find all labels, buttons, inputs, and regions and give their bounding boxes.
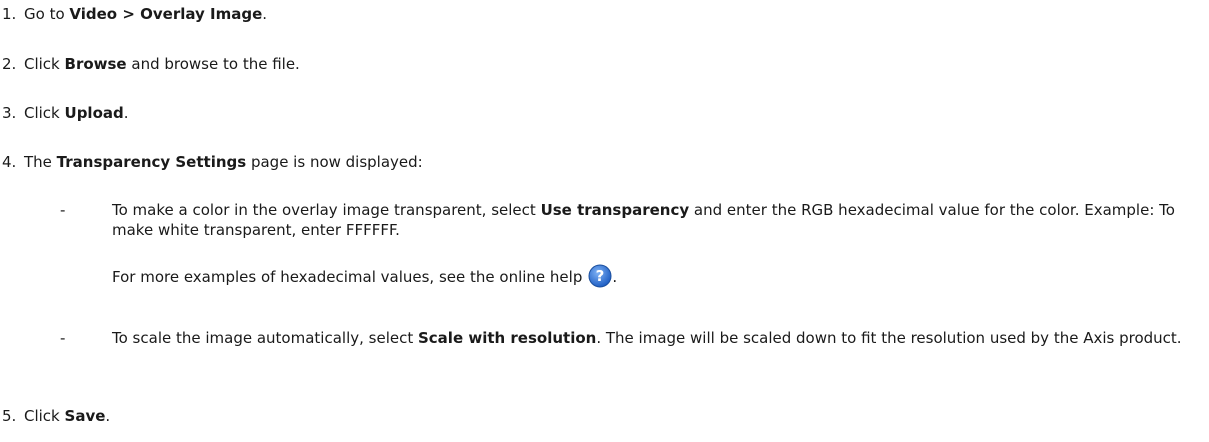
bullet-scale-with-resolution: - To scale the image automatically, sele…: [60, 328, 1190, 372]
bullet-text-start: To make a color in the overlay image tra…: [112, 201, 541, 219]
step-5: 5. Click Save.: [2, 406, 110, 426]
bullet-extra-paragraph: For more examples of hexadecimal values,…: [112, 264, 1192, 293]
help-text: For more examples of hexadecimal values,…: [112, 268, 583, 286]
step-bold-text: Upload: [64, 104, 124, 122]
bullet-bold-text: Use transparency: [540, 201, 690, 219]
bullet-text: To make a color in the overlay image tra…: [112, 200, 1192, 293]
bullet-dash: -: [60, 201, 66, 219]
step-number: 5.: [2, 407, 17, 425]
step-number: 1.: [2, 5, 17, 23]
step-text-end: page is now displayed:: [246, 153, 423, 171]
step-text: Click: [24, 104, 65, 122]
help-text-end: .: [612, 268, 618, 286]
step-bold-text: Video > Overlay Image: [69, 5, 263, 23]
step-text: Go to: [24, 5, 70, 23]
step-text: Click: [24, 407, 65, 425]
step-text: The: [24, 153, 57, 171]
step-number: 4.: [2, 153, 17, 171]
bullet-bold-text: Scale with resolution: [417, 329, 597, 347]
step-text-end: and browse to the file.: [126, 55, 300, 73]
step-bold-text: Transparency Settings: [56, 153, 247, 171]
step-2: 2. Click Browse and browse to the file.: [2, 54, 300, 74]
step-text-end: .: [105, 407, 111, 425]
step-text-end: .: [123, 104, 129, 122]
bullet-dash: -: [60, 329, 66, 347]
step-text-end: .: [262, 5, 268, 23]
step-3: 3. Click Upload.: [2, 103, 129, 123]
svg-text:?: ?: [596, 267, 605, 285]
bullet-text-start: To scale the image automatically, select: [112, 329, 418, 347]
bullet-paragraph: To make a color in the overlay image tra…: [112, 200, 1192, 240]
step-bold-text: Save: [64, 407, 106, 425]
step-bold-text: Browse: [64, 55, 127, 73]
step-number: 3.: [2, 104, 17, 122]
bullet-text-end: . The image will be scaled down to fit t…: [596, 329, 1182, 347]
step-4: 4. The Transparency Settings page is now …: [2, 152, 423, 172]
bullet-use-transparency: - To make a color in the overlay image t…: [60, 200, 1190, 290]
step-text: Click: [24, 55, 65, 73]
step-number: 2.: [2, 55, 17, 73]
step-1: 1. Go to Video > Overlay Image.: [2, 4, 267, 24]
help-question-icon[interactable]: ?: [588, 264, 612, 293]
bullet-text: To scale the image automatically, select…: [112, 328, 1192, 348]
instruction-document: 1. Go to Video > Overlay Image. 2. Click B…: [0, 0, 1209, 442]
